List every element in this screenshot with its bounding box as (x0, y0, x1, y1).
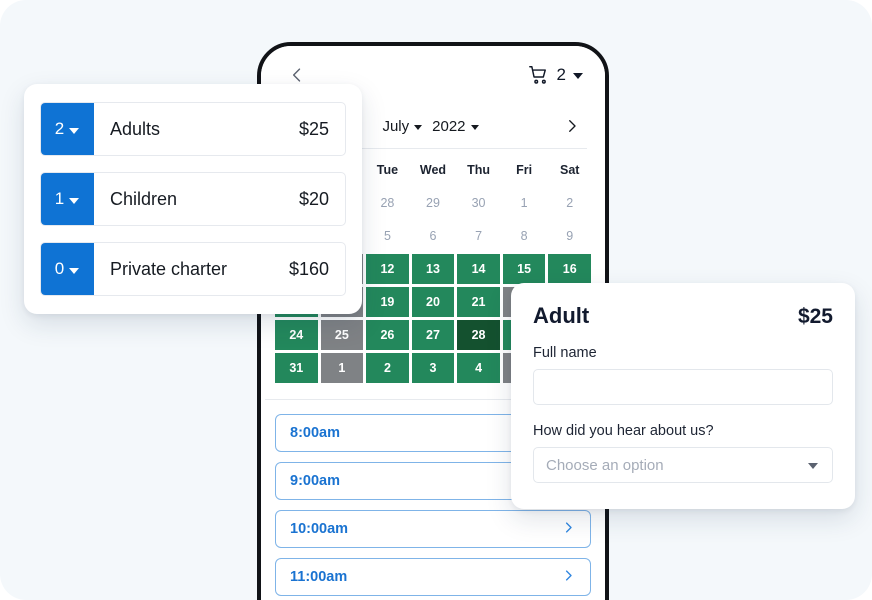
ticket-quantity-value: 2 (54, 119, 65, 138)
calendar-day-cell: 30 (471, 196, 486, 210)
calendar-day-cell[interactable]: 13 (411, 254, 455, 284)
ticket-row: 2 Adults $25 (40, 102, 346, 156)
caret-down-icon (808, 463, 818, 469)
month-caret-down-icon[interactable] (414, 125, 423, 130)
calendar-day-cell: 1 (520, 196, 528, 210)
ticket-quantity-stepper[interactable]: 2 (41, 103, 94, 155)
shopping-cart-icon (528, 64, 550, 86)
calendar-day-cell[interactable]: 21 (457, 287, 500, 317)
weekday-header: Wed (419, 163, 447, 177)
adult-card-header: Adult $25 (533, 303, 833, 329)
calendar-day-cell[interactable]: 31 (275, 353, 318, 383)
time-slot-label: 11:00am (290, 569, 348, 585)
calendar-day-cell[interactable]: 26 (366, 320, 409, 350)
calendar-day-cell: 28 (380, 196, 395, 210)
calendar-day-cell[interactable]: 19 (366, 287, 409, 317)
hear-about-select-value: Choose an option (546, 456, 664, 474)
calendar-day-cell: 29 (426, 196, 440, 210)
ticket-price: $25 (298, 118, 329, 139)
calendar-day-cell[interactable]: 27 (411, 320, 455, 350)
weekday-header: Thu (467, 163, 491, 177)
calendar-day-cell[interactable]: 20 (411, 287, 455, 317)
calendar-day-cell: 8 (520, 229, 528, 243)
calendar-day-cell: 7 (475, 229, 483, 243)
ticket-quantity-value: 1 (54, 189, 65, 208)
calendar-year-label[interactable]: 2022 (432, 118, 465, 135)
calendar-day-cell[interactable]: 28 (457, 320, 500, 350)
calendar-day-cell[interactable]: 16 (548, 254, 591, 284)
hear-about-label: How did you hear about us? (533, 423, 714, 439)
calendar-month-label[interactable]: July (382, 118, 409, 135)
ticket-selection-card: 2 Adults $25 1 Children $20 0 Private charter $1… (24, 84, 362, 314)
calendar-day-cell[interactable]: 14 (457, 254, 500, 284)
cart-button[interactable]: 2 (528, 64, 583, 86)
adult-title: Adult (533, 303, 590, 328)
full-name-label: Full name (533, 345, 597, 361)
ticket-price: $160 (288, 258, 329, 279)
calendar-day-cell: 25 (320, 320, 364, 350)
weekday-header: Fri (516, 163, 533, 177)
calendar-day-cell[interactable]: 15 (502, 254, 546, 284)
caret-down-icon (69, 197, 80, 204)
ticket-quantity-value: 0 (54, 259, 65, 278)
chevron-right-icon (561, 568, 576, 587)
adult-form-card: Adult $25 Full name How did you hear abo… (511, 283, 855, 509)
full-name-input[interactable] (533, 369, 833, 405)
ticket-row: 1 Children $20 (40, 172, 346, 226)
calendar-day-cell: 6 (429, 229, 437, 243)
cart-count: 2 (556, 65, 566, 84)
weekday-header: Tue (376, 163, 399, 177)
ticket-quantity-stepper[interactable]: 1 (41, 173, 94, 225)
ticket-price: $20 (298, 188, 329, 209)
time-slot-label: 10:00am (290, 521, 349, 537)
time-slot-label: 9:00am (290, 473, 340, 489)
caret-down-icon (573, 73, 583, 79)
app-stage: 2 July 2022 Tue Wed Thu Fri Sat 28 29 30… (0, 0, 872, 600)
time-slot-label: 8:00am (290, 425, 340, 441)
calendar-day-cell: 1 (320, 353, 364, 383)
ticket-row: 0 Private charter $160 (40, 242, 346, 296)
weekday-header: Sat (559, 163, 580, 177)
calendar-day-cell[interactable]: 12 (366, 254, 409, 284)
ticket-label: Private charter (110, 258, 228, 279)
back-chevron-icon[interactable] (287, 65, 307, 85)
ticket-label: Children (110, 188, 178, 209)
year-caret-down-icon[interactable] (470, 125, 479, 130)
time-slot-button[interactable]: 10:00am (275, 510, 591, 548)
chevron-right-icon (561, 520, 576, 539)
ticket-quantity-stepper[interactable]: 0 (41, 243, 94, 295)
calendar-day-cell: 5 (383, 229, 391, 243)
calendar-day-cell[interactable]: 2 (366, 353, 409, 383)
caret-down-icon (69, 267, 80, 274)
calendar-day-cell[interactable]: 24 (275, 320, 318, 350)
time-slot-button[interactable]: 11:00am (275, 558, 591, 596)
caret-down-icon (69, 127, 80, 134)
ticket-label: Adults (110, 118, 161, 139)
hear-about-select[interactable]: Choose an option (533, 447, 833, 483)
calendar-day-cell: 2 (566, 196, 574, 210)
calendar-day-cell[interactable]: 4 (457, 353, 500, 383)
adult-price: $25 (797, 305, 833, 328)
calendar-month-year: July 2022 (382, 118, 483, 135)
calendar-day-cell: 9 (566, 229, 574, 243)
calendar-day-cell[interactable]: 3 (411, 353, 455, 383)
